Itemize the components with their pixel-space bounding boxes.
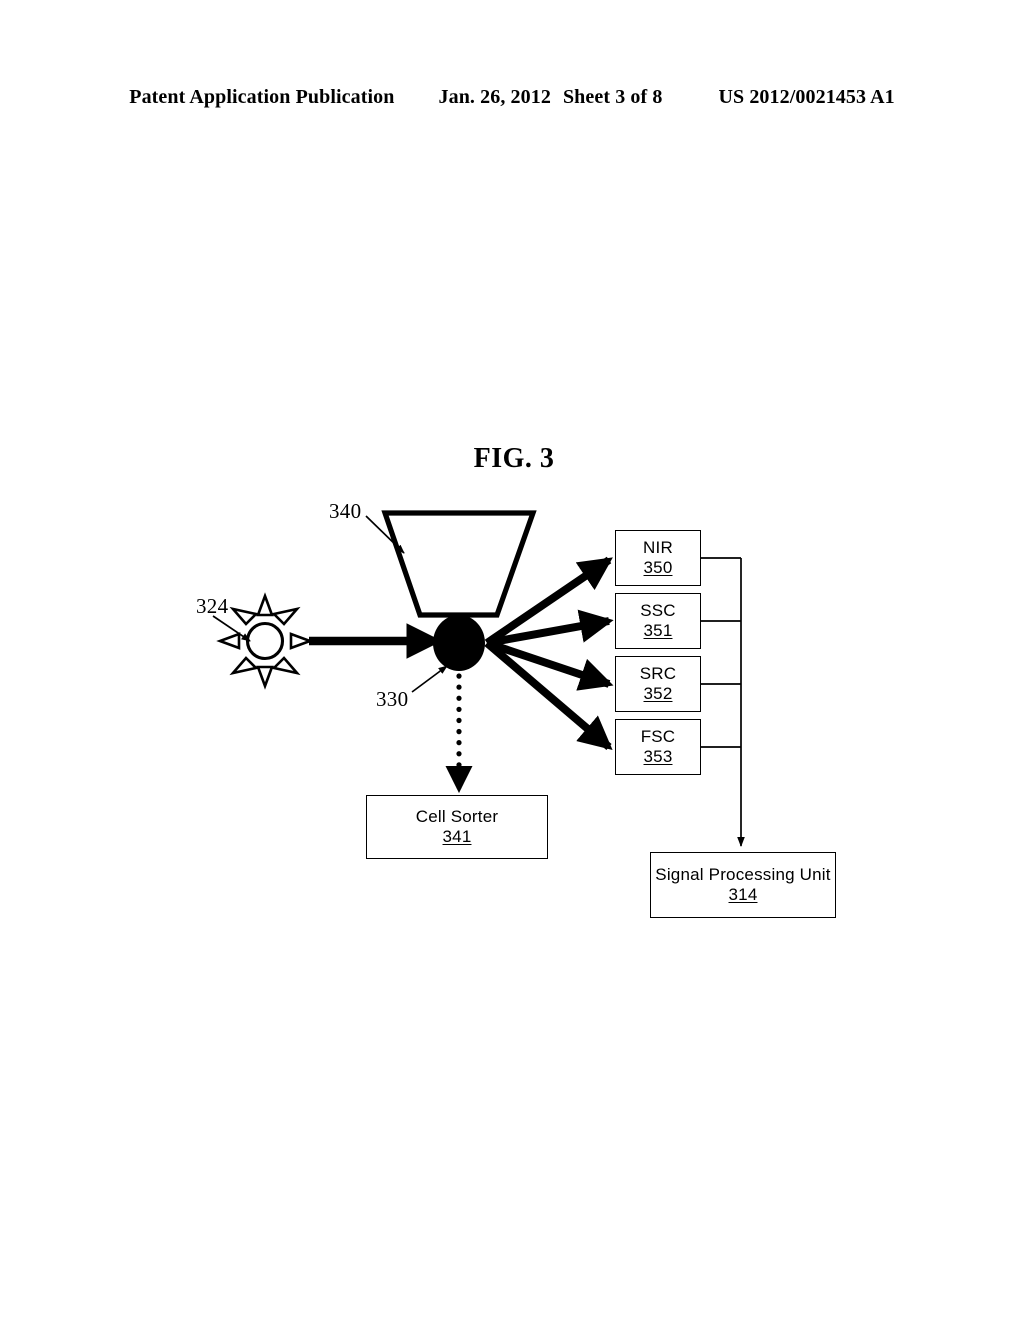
cell-sorter-label: Cell Sorter — [415, 806, 499, 826]
detector-box-src[interactable]: SRC 352 — [615, 656, 701, 712]
detector-label: FSC — [640, 726, 676, 746]
signal-processing-unit-box[interactable]: Signal Processing Unit 314 — [650, 852, 836, 918]
reference-label-330: 330 — [376, 687, 409, 711]
trapezoid-nozzle-icon — [381, 510, 537, 618]
signal-processing-unit-number: 314 — [728, 885, 758, 904]
beam-to-fsc — [484, 639, 613, 751]
detector-number: 351 — [643, 621, 673, 640]
detector-box-ssc[interactable]: SSC 351 — [615, 593, 701, 649]
leader-line-330 — [411, 665, 448, 693]
detector-number: 352 — [643, 684, 673, 703]
detector-box-fsc[interactable]: FSC 353 — [615, 719, 701, 775]
cell-sorter-box[interactable]: Cell Sorter 341 — [366, 795, 548, 859]
reference-label-340: 340 — [329, 499, 362, 523]
filled-circle-icon — [433, 615, 485, 671]
detector-number: 353 — [643, 747, 673, 766]
reference-label-324: 324 — [196, 594, 229, 618]
cell-sorter-number: 341 — [442, 827, 472, 846]
detector-label: SRC — [639, 663, 677, 683]
sun-icon — [216, 592, 314, 690]
signal-processing-unit-label: Signal Processing Unit — [655, 864, 831, 884]
figure-drawing — [212, 510, 745, 848]
detector-label: SSC — [640, 600, 676, 620]
detector-label: NIR — [643, 537, 673, 557]
detector-box-nir[interactable]: NIR 350 — [615, 530, 701, 586]
detector-number: 350 — [643, 558, 673, 577]
